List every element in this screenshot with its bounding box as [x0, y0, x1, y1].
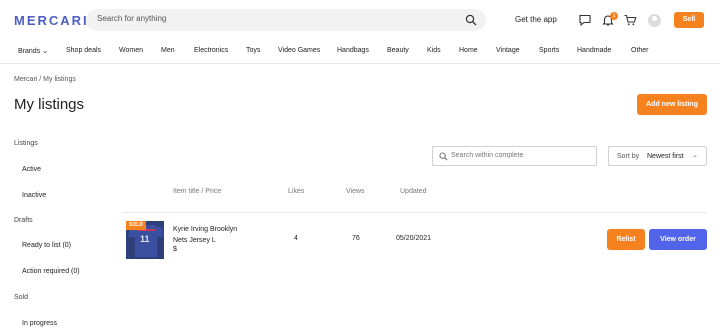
item-price: $ [173, 246, 177, 253]
breadcrumb[interactable]: Mercari / My listings [14, 76, 76, 83]
sidebar-heading-drafts: Drafts [14, 217, 33, 224]
table-divider [122, 212, 707, 213]
nav-item-other[interactable]: Other [631, 47, 649, 54]
sidebar-item-active[interactable]: Active [22, 166, 41, 173]
column-header-updated: Updated [400, 188, 427, 195]
sold-badge: SOLD [126, 221, 146, 230]
column-header-title-price: Item title / Price [173, 188, 222, 195]
item-updated: 05/20/2021 [396, 235, 432, 242]
top-header: MERCARI Search for anything Get the app … [0, 0, 720, 40]
nav-item-handmade[interactable]: Handmade [577, 47, 611, 54]
sort-select[interactable]: Sort by Newest first ⌄ [608, 146, 707, 166]
nav-item-sports[interactable]: Sports [539, 47, 559, 54]
sort-label: Sort by [617, 153, 640, 160]
item-likes: 4 [294, 235, 298, 242]
nav-item-home[interactable]: Home [459, 47, 478, 54]
relist-button[interactable]: Relist [607, 229, 645, 250]
column-header-views: Views [346, 188, 365, 195]
sidebar-item-action-required[interactable]: Action required (0) [22, 268, 80, 275]
nav-item-vintage[interactable]: Vintage [496, 47, 520, 54]
nav-item-women[interactable]: Women [119, 47, 143, 54]
user-avatar[interactable] [648, 14, 661, 27]
sidebar-item-in-progress[interactable]: In progress [22, 320, 57, 327]
search-icon[interactable] [465, 14, 477, 26]
add-new-listing-button[interactable]: Add new listing [637, 94, 707, 115]
cart-icon[interactable] [623, 13, 637, 27]
view-order-button[interactable]: View order [649, 229, 707, 250]
nav-item-kids[interactable]: Kids [427, 47, 441, 54]
search-bar[interactable]: Search for anything [86, 9, 486, 31]
item-title[interactable]: Kyrie Irving Brooklyn Nets Jersey L [173, 224, 253, 246]
nav-item-beauty[interactable]: Beauty [387, 47, 409, 54]
search-within-input[interactable]: Search within complete [432, 146, 597, 166]
sidebar-item-ready-to-list[interactable]: Ready to list (0) [22, 242, 71, 249]
sell-button[interactable]: Sell [674, 12, 704, 28]
mercari-logo[interactable]: MERCARI [14, 13, 89, 28]
search-icon [439, 152, 448, 161]
category-nav: Brands ⌄ Shop deals Women Men Electronic… [0, 40, 720, 64]
nav-item-shop-deals[interactable]: Shop deals [66, 47, 101, 54]
nav-item-toys[interactable]: Toys [246, 47, 260, 54]
nav-item-brands[interactable]: Brands ⌄ [18, 47, 48, 55]
sidebar-item-inactive[interactable]: Inactive [22, 192, 46, 199]
get-the-app-link[interactable]: Get the app [515, 15, 557, 24]
notification-badge: 1 [610, 12, 618, 20]
nav-item-men[interactable]: Men [161, 47, 175, 54]
nav-item-electronics[interactable]: Electronics [194, 47, 228, 54]
jersey-number: 11 [140, 234, 150, 244]
sort-value: Newest first [647, 153, 684, 160]
column-header-likes: Likes [288, 188, 305, 195]
search-within-placeholder: Search within complete [451, 152, 524, 159]
messages-icon[interactable] [578, 13, 592, 27]
page-title: My listings [14, 96, 85, 113]
sidebar-heading-sold: Sold [14, 294, 29, 301]
item-views: 76 [352, 235, 360, 242]
chevron-down-icon: ⌄ [692, 152, 698, 159]
search-placeholder: Search for anything [97, 14, 167, 23]
nav-item-video-games[interactable]: Video Games [278, 47, 320, 54]
nav-item-handbags[interactable]: Handbags [337, 47, 369, 54]
sidebar-heading-listings: Listings [14, 140, 38, 147]
